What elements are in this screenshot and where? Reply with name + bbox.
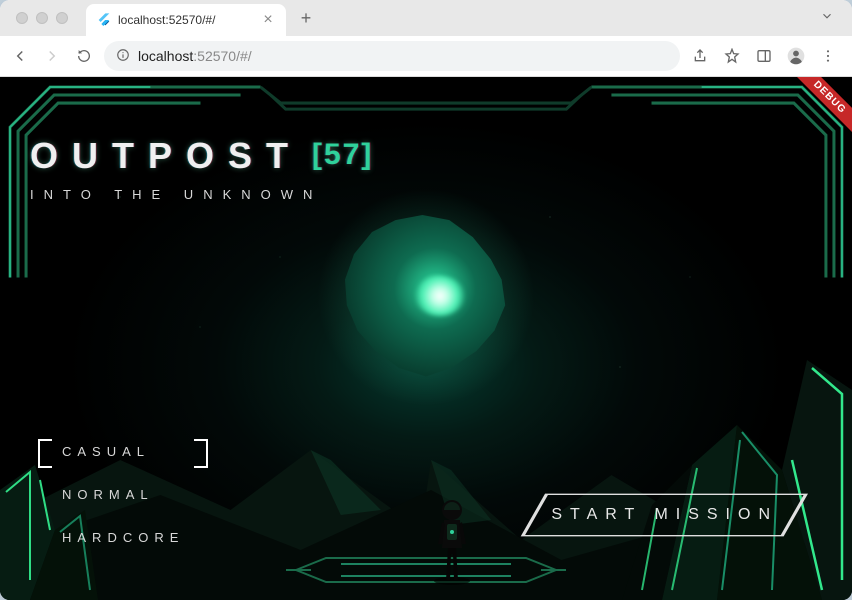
game-title: OUTPOST [57] (30, 135, 373, 177)
game-title-text: OUTPOST (30, 135, 302, 176)
game-title-number: [57] (312, 138, 373, 171)
tab-close-icon[interactable]: × (260, 11, 276, 29)
difficulty-normal[interactable]: NORMAL (48, 482, 198, 507)
toolbar-right (690, 46, 842, 66)
url-field[interactable]: localhost:52570/#/ (104, 41, 680, 71)
browser-chrome: localhost:52570/#/ × + (0, 0, 852, 77)
url-host: localhost (138, 48, 193, 64)
bookmark-icon[interactable] (722, 46, 742, 66)
share-icon[interactable] (690, 46, 710, 66)
reload-button[interactable] (74, 46, 94, 66)
profile-icon[interactable] (786, 46, 806, 66)
window-maximize-button[interactable] (56, 12, 68, 24)
menu-icon[interactable] (818, 46, 838, 66)
site-info-icon[interactable] (116, 48, 130, 65)
window-controls (8, 12, 76, 24)
window-close-button[interactable] (16, 12, 28, 24)
title-block: OUTPOST [57] INTO THE UNKNOWN (30, 135, 373, 202)
forward-button[interactable] (42, 46, 62, 66)
crystals-right (622, 350, 852, 600)
side-panel-icon[interactable] (754, 46, 774, 66)
difficulty-selector: CASUAL NORMAL HARDCORE (48, 439, 198, 550)
tab-title: localhost:52570/#/ (118, 13, 260, 27)
address-bar: localhost:52570/#/ (0, 36, 852, 76)
player-character (430, 480, 474, 585)
back-button[interactable] (10, 46, 30, 66)
start-mission-label: START MISSION (551, 506, 778, 523)
difficulty-casual[interactable]: CASUAL (48, 439, 198, 464)
browser-window: localhost:52570/#/ × + (0, 0, 852, 600)
nav-icons (10, 46, 94, 66)
start-mission-button[interactable]: START MISSION (517, 492, 812, 538)
asteroid-portal (336, 212, 516, 382)
browser-tab[interactable]: localhost:52570/#/ × (86, 4, 286, 36)
ground-platform (286, 550, 566, 590)
game-viewport: OUTPOST [57] INTO THE UNKNOWN CASUAL NORM… (0, 77, 852, 600)
tabs-overflow-icon[interactable] (810, 9, 844, 28)
game-subtitle: INTO THE UNKNOWN (30, 187, 373, 202)
window-minimize-button[interactable] (36, 12, 48, 24)
difficulty-hardcore[interactable]: HARDCORE (48, 525, 198, 550)
flutter-favicon-icon (96, 12, 112, 28)
new-tab-button[interactable]: + (292, 4, 320, 32)
url-path: :52570/#/ (193, 48, 251, 64)
tab-bar: localhost:52570/#/ × + (0, 0, 852, 36)
url-text: localhost:52570/#/ (138, 48, 252, 64)
